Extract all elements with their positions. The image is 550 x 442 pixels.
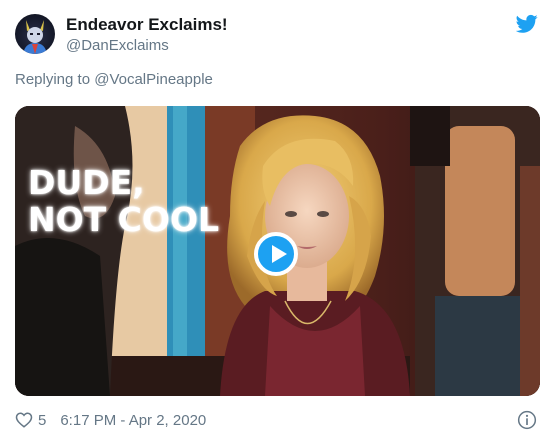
- twitter-bird-icon[interactable]: [516, 14, 538, 34]
- user-handle[interactable]: @DanExclaims: [66, 37, 169, 54]
- play-icon: [272, 245, 287, 263]
- reply-prefix: Replying to: [15, 71, 95, 88]
- tweet-timestamp[interactable]: 6:17 PM - Apr 2, 2020: [60, 412, 206, 429]
- reply-context: Replying to @VocalPineapple: [15, 71, 213, 88]
- video-thumbnail[interactable]: DUDE, NOT COOL: [15, 106, 540, 396]
- heart-icon[interactable]: [15, 411, 33, 429]
- reply-to-mention[interactable]: @VocalPineapple: [94, 71, 213, 88]
- like-count[interactable]: 5: [38, 412, 46, 429]
- tweet-footer: 5 6:17 PM - Apr 2, 2020: [15, 409, 206, 431]
- tweet-card: Endeavor Exclaims! @DanExclaims Replying…: [0, 0, 550, 442]
- display-name[interactable]: Endeavor Exclaims!: [66, 15, 228, 35]
- avatar[interactable]: [15, 14, 55, 54]
- avatar-image: [23, 20, 47, 54]
- info-icon[interactable]: [517, 410, 537, 430]
- play-button[interactable]: [254, 232, 298, 276]
- video-caption-text: DUDE, NOT COOL: [28, 163, 220, 239]
